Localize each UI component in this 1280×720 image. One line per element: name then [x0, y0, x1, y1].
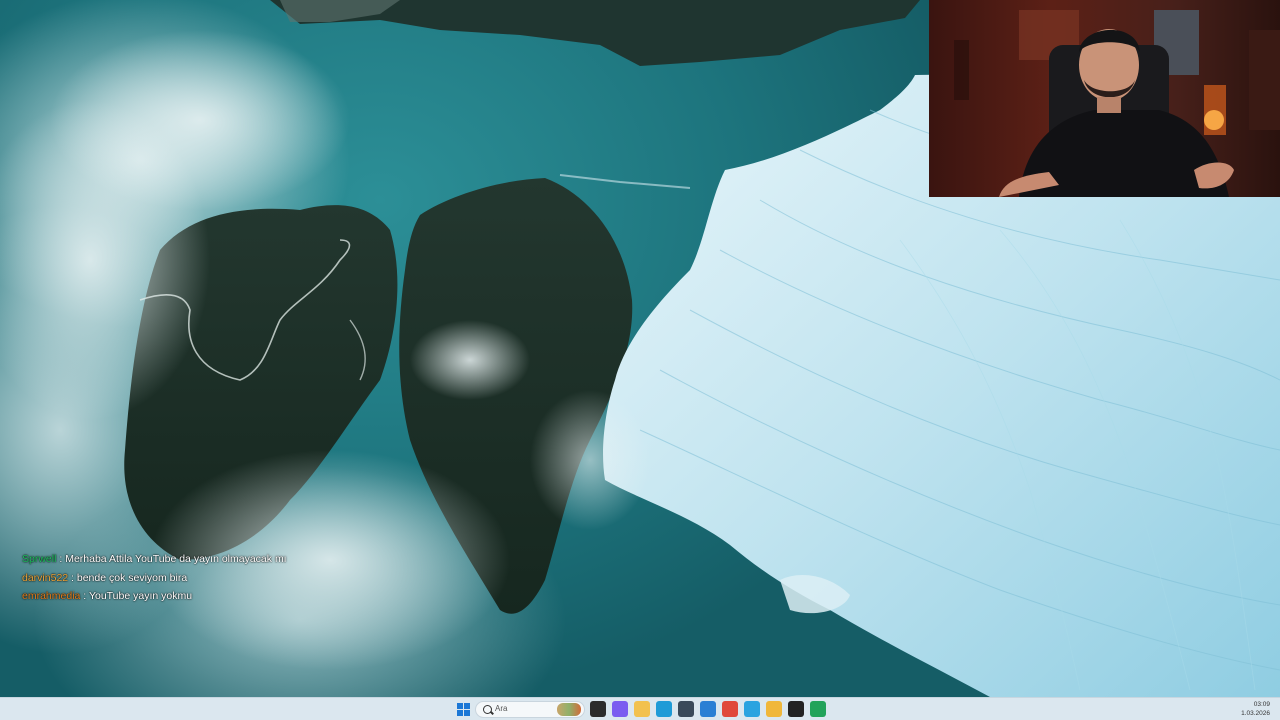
clock-time: 03:09	[1253, 701, 1270, 708]
file-explorer-icon[interactable]	[634, 701, 650, 717]
webcam-overlay	[929, 0, 1280, 197]
telegram-icon[interactable]	[744, 701, 760, 717]
app-cloud-icon[interactable]	[700, 701, 716, 717]
chat-message: darvin522 : bende çok seviyom bira	[22, 569, 442, 588]
taskbar: Ara 03:09 1.03.2026	[0, 697, 1280, 720]
taskbar-search-box[interactable]: Ara	[475, 701, 585, 718]
chat-text: : Merhaba Attila YouTube da yayın olmaya…	[59, 553, 287, 565]
start-button[interactable]	[455, 701, 471, 717]
search-placeholder: Ara	[495, 704, 508, 713]
chat-username: darvin522	[22, 571, 69, 584]
chat-username: emrahmedia	[22, 590, 81, 602]
app-green-icon[interactable]	[810, 701, 826, 717]
chat-message: Sprwell : Merhaba Attila YouTube da yayı…	[22, 550, 442, 569]
chat-message: emrahmedia : YouTube yayın yokmu	[22, 587, 442, 606]
app-yellow-icon[interactable]	[766, 701, 782, 717]
system-clock[interactable]: 03:09 1.03.2026	[1241, 700, 1270, 718]
chrome-icon[interactable]	[722, 701, 738, 717]
windows-logo-icon	[457, 703, 463, 709]
task-view-icon[interactable]	[590, 701, 606, 717]
chat-text: : bende çok seviyom bira	[71, 571, 188, 584]
obs-icon[interactable]	[788, 701, 804, 717]
edge-icon[interactable]	[656, 701, 672, 717]
chat-username: Sprwell	[22, 553, 57, 565]
copilot-icon[interactable]	[612, 701, 628, 717]
search-icon	[483, 705, 492, 714]
webcam-scene	[954, 10, 1280, 197]
clock-date: 1.03.2026	[1241, 710, 1270, 717]
search-highlight-image	[557, 703, 581, 716]
chat-overlay: Sprwell : Merhaba Attila YouTube da yayı…	[22, 550, 442, 606]
calculator-icon[interactable]	[678, 701, 694, 717]
chat-text: : YouTube yayın yokmu	[83, 590, 193, 602]
